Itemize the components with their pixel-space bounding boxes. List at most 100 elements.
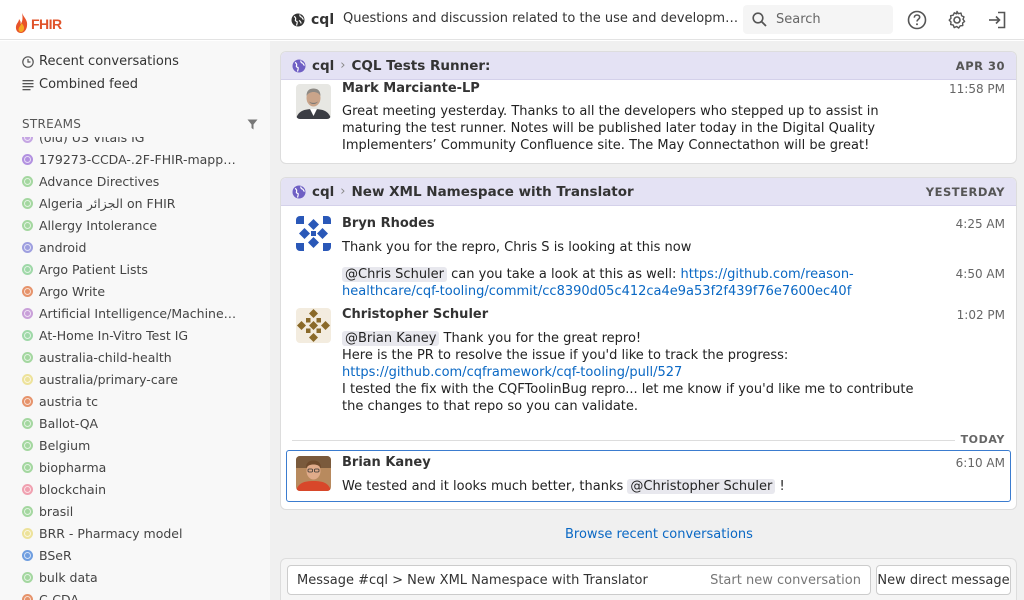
stream-item[interactable]: blockchain [22, 480, 237, 498]
stream-item[interactable]: Argo Patient Lists [22, 260, 237, 278]
sender-name[interactable]: Brian Kaney [342, 455, 431, 470]
stream-name[interactable]: cql [312, 184, 334, 200]
stream-item[interactable]: Artificial Intelligence/Machine Learning [22, 304, 237, 322]
stream-item-label: Algeria الجزائر on FHIR [39, 195, 176, 211]
stream-item[interactable]: australia-child-health [22, 348, 237, 366]
user-mention[interactable]: @Christopher Schuler [627, 479, 776, 494]
topic-name[interactable]: CQL Tests Runner: [352, 58, 491, 74]
start-new-conversation-button[interactable]: Start new conversation [710, 573, 861, 588]
stream-item[interactable]: BSeR [22, 546, 237, 564]
search-box[interactable] [743, 5, 893, 34]
stream-item[interactable]: Argo Write [22, 282, 237, 300]
stream-item-label: Ballot-QA [39, 415, 99, 431]
message-suffix: ! [779, 479, 785, 494]
user-mention[interactable]: @Chris Schuler [342, 267, 448, 282]
stream-item[interactable]: android [22, 238, 237, 256]
date-divider: TODAY [281, 432, 1016, 450]
sender-name[interactable]: Mark Marciante-LP [342, 81, 480, 96]
message-feed: cql › CQL Tests Runner: APR 30 Mark Marc… [270, 41, 1024, 600]
stream-item[interactable]: BRR - Pharmacy model [22, 524, 237, 542]
search-icon [752, 12, 767, 27]
commit-link[interactable]: https://github.com/reason- [681, 267, 854, 282]
stream-globe-icon [22, 571, 33, 583]
stream-item-label: BRR - Pharmacy model [39, 525, 183, 541]
message-time[interactable]: 6:10 AM [956, 456, 1005, 470]
stream-name[interactable]: cql [312, 58, 334, 74]
stream-globe-icon [22, 439, 33, 451]
stream-item[interactable]: bulk data [22, 568, 237, 586]
stream-description: Questions and discussion related to the … [343, 11, 741, 26]
pull-request-link[interactable]: https://github.com/cqframework/cqf-tooli… [342, 365, 682, 380]
avatar[interactable] [296, 216, 331, 251]
message-time[interactable]: 11:58 PM [949, 82, 1005, 96]
selected-message[interactable]: Brian Kaney 6:10 AM We tested and it loo… [286, 450, 1011, 502]
filter-icon[interactable] [247, 119, 258, 130]
gear-icon[interactable] [947, 10, 967, 30]
message[interactable]: Mark Marciante-LP 11:58 PM Great meeting… [281, 80, 1016, 163]
stream-item-label: Allergy Intolerance [39, 217, 158, 233]
stream-globe-icon [22, 461, 33, 473]
combined-feed-link[interactable]: Combined feed [22, 77, 138, 92]
stream-item[interactable]: Advance Directives [22, 172, 237, 190]
stream-item[interactable]: Ballot-QA [22, 414, 237, 432]
stream-item[interactable]: brasil [22, 502, 237, 520]
message[interactable]: Christopher Schuler 1:02 PM @Brian Kaney… [281, 304, 1016, 432]
recipient-bar[interactable]: cql › New XML Namespace with Translator … [281, 178, 1016, 206]
commit-link-continued[interactable]: healthcare/cqf-tooling/commit/cc8390d05c… [342, 284, 851, 299]
stream-list: (old) US Vitals IG 179273-CCDA-.2F-FHIR-m… [0, 137, 270, 600]
stream-item[interactable]: austria tc [22, 392, 237, 410]
stream-item[interactable]: Allergy Intolerance [22, 216, 237, 234]
stream-globe-icon [22, 137, 33, 143]
stream-globe-icon [22, 395, 33, 407]
message-time[interactable]: 1:02 PM [957, 308, 1005, 322]
stream-item-label: android [39, 239, 87, 255]
stream-item[interactable]: Algeria الجزائر on FHIR [22, 194, 237, 212]
current-stream[interactable]: cql [291, 11, 334, 29]
stream-item[interactable]: (old) US Vitals IG [22, 137, 237, 146]
stream-item-label: Belgium [39, 437, 91, 453]
stream-item[interactable]: At-Home In-Vitro Test IG [22, 326, 237, 344]
avatar[interactable] [296, 456, 331, 491]
avatar-image [296, 216, 331, 251]
compose-placeholder: Message #cql > New XML Namespace with Tr… [297, 573, 648, 588]
flame-icon [15, 13, 28, 33]
search-input[interactable] [776, 12, 886, 27]
logo-text: FHIR [31, 16, 62, 32]
message-text: can you take a look at this as well: [451, 267, 677, 282]
stream-item[interactable]: Belgium [22, 436, 237, 454]
stream-globe-icon [22, 483, 33, 495]
stream-item-label: Artificial Intelligence/Machine Learning [39, 305, 237, 321]
stream-globe-icon [22, 351, 33, 363]
avatar[interactable] [296, 84, 331, 119]
message-line: I tested the fix with the CQFToolinBug r… [342, 382, 914, 397]
fhir-logo[interactable]: FHIR [14, 8, 62, 34]
date-label: YESTERDAY [925, 184, 1005, 199]
message[interactable]: Bryn Rhodes 4:25 AM Thank you for the re… [281, 206, 1016, 256]
stream-item-label: C-CDA [39, 591, 79, 600]
avatar-image [296, 84, 331, 119]
message[interactable]: 4:50 AM @Chris Schuler can you take a lo… [281, 256, 1016, 304]
compose-message-box[interactable]: Message #cql > New XML Namespace with Tr… [287, 565, 871, 595]
topic-name[interactable]: New XML Namespace with Translator [352, 184, 634, 200]
stream-item[interactable]: C-CDA [22, 590, 237, 600]
new-direct-message-button[interactable]: New direct message [876, 565, 1011, 595]
stream-item[interactable]: australia/primary-care [22, 370, 237, 388]
sender-name[interactable]: Christopher Schuler [342, 307, 488, 322]
avatar[interactable] [296, 308, 331, 343]
message-time[interactable]: 4:50 AM [956, 267, 1005, 281]
stream-item-label: 179273-CCDA-.2F-FHIR-mapping-issues [39, 151, 237, 167]
message-content: @Chris Schuler can you take a look at th… [342, 266, 854, 300]
stream-item[interactable]: 179273-CCDA-.2F-FHIR-mapping-issues [22, 150, 237, 168]
user-mention[interactable]: @Brian Kaney [342, 331, 440, 346]
message-time[interactable]: 4:25 AM [956, 217, 1005, 231]
help-icon[interactable] [907, 10, 927, 30]
stream-globe-icon [22, 373, 33, 385]
recent-conversations-label: Recent conversations [39, 54, 179, 69]
message-content: We tested and it looks much better, than… [342, 478, 785, 495]
browse-recent-conversations-link[interactable]: Browse recent conversations [565, 527, 753, 542]
sender-name[interactable]: Bryn Rhodes [342, 216, 435, 231]
stream-item[interactable]: biopharma [22, 458, 237, 476]
recipient-bar[interactable]: cql › CQL Tests Runner: APR 30 [281, 52, 1016, 80]
recent-conversations-link[interactable]: Recent conversations [22, 54, 179, 69]
logout-icon[interactable] [987, 10, 1007, 30]
